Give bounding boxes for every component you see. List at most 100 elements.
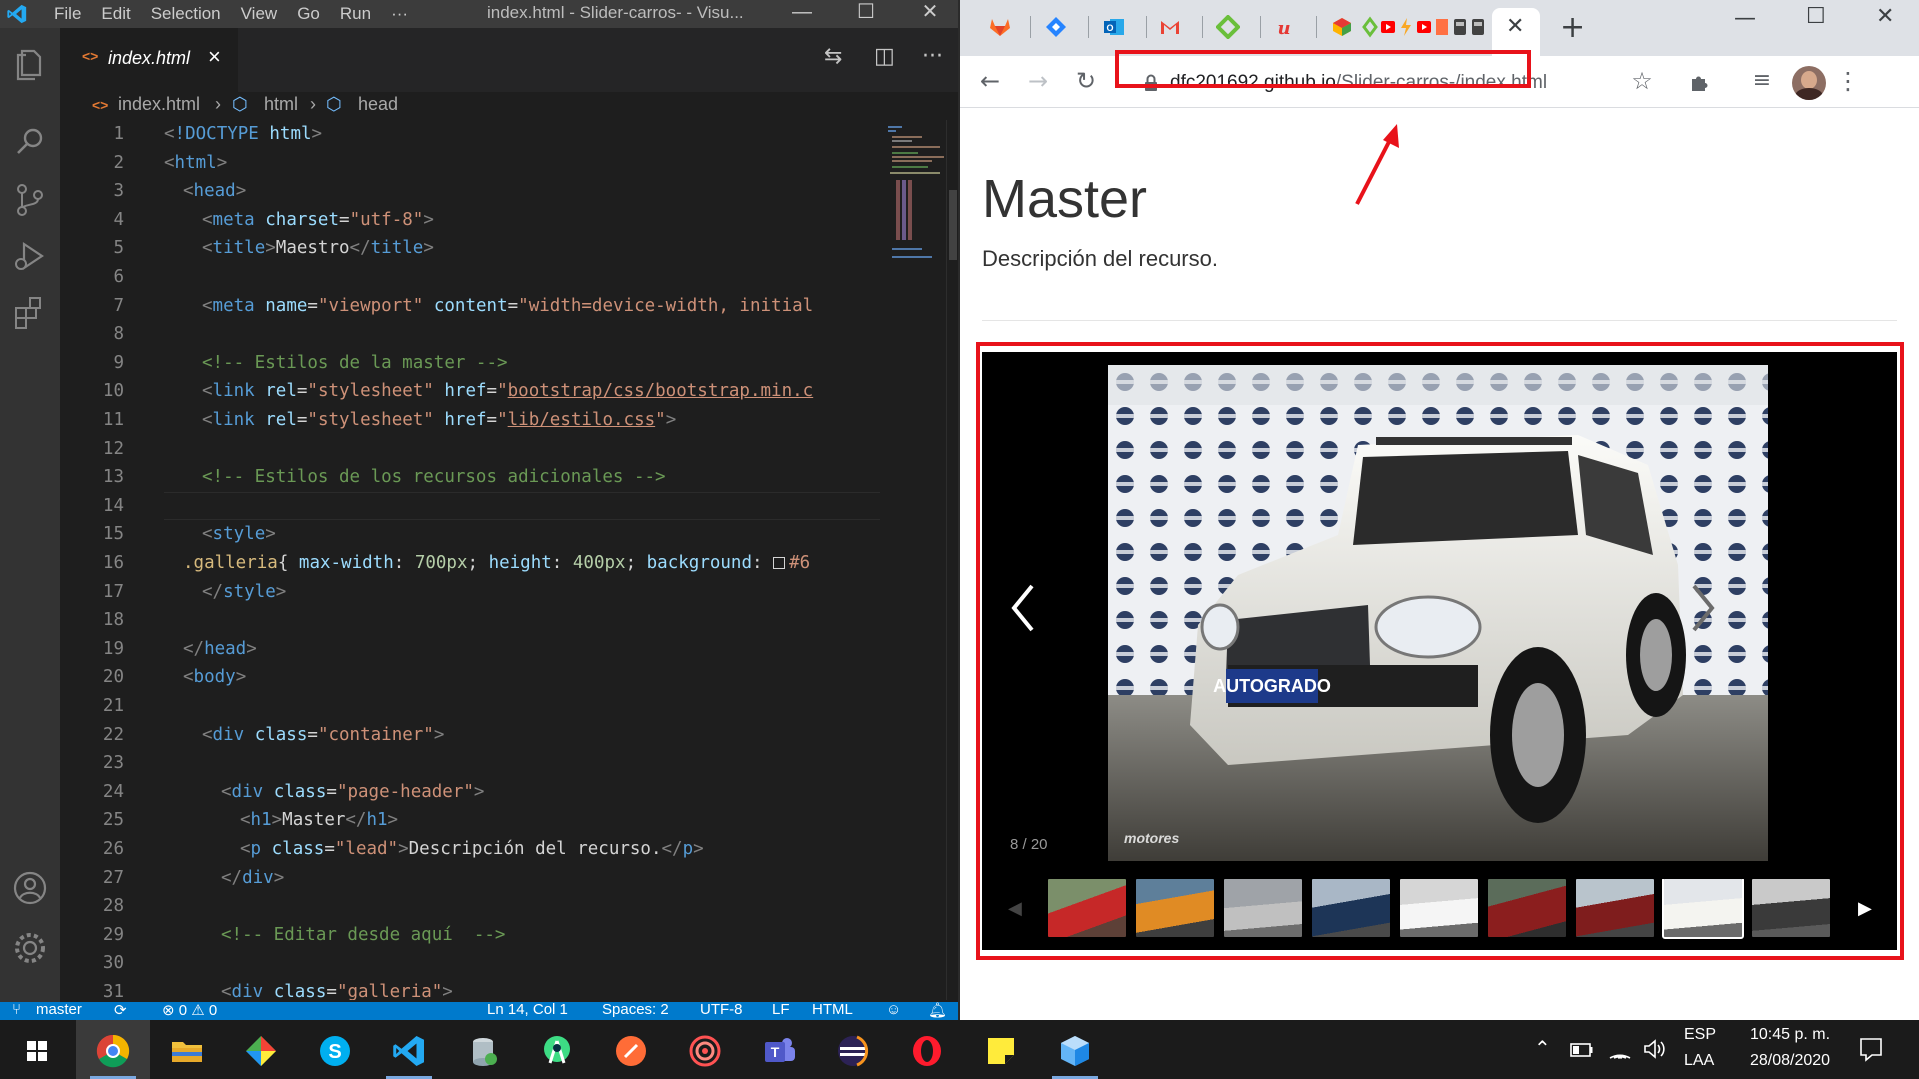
back-arrow-icon[interactable]: ← bbox=[972, 64, 1008, 100]
taskbar-sticky-notes[interactable] bbox=[964, 1020, 1038, 1079]
maximize-button[interactable]: ☐ bbox=[846, 0, 886, 28]
menu-item[interactable]: File bbox=[54, 4, 95, 24]
code-line[interactable]: 7 <meta name="viewport" content="width=de… bbox=[60, 292, 880, 321]
spark-icon[interactable] bbox=[1398, 15, 1414, 39]
code-line[interactable]: 24 <div class="page-header"> bbox=[60, 778, 880, 807]
sync-icon[interactable]: ⟳ bbox=[114, 1002, 127, 1019]
language-mode[interactable]: HTML bbox=[812, 1002, 853, 1018]
code-editor[interactable]: 1 <!DOCTYPE html> 2 <html> 3 <head> 4 <meta cha… bbox=[60, 120, 880, 1000]
wifi-icon[interactable] bbox=[1608, 1038, 1632, 1060]
taskbar-teams[interactable]: T bbox=[742, 1020, 816, 1079]
menu-item[interactable]: ··· bbox=[391, 4, 422, 24]
feedback-icon[interactable]: ☺ bbox=[886, 1002, 901, 1018]
menu-item[interactable]: Selection bbox=[151, 4, 235, 24]
run-debug-icon[interactable] bbox=[8, 234, 52, 278]
dark-tab-icon[interactable] bbox=[1452, 15, 1468, 39]
code-line[interactable]: 14 bbox=[60, 492, 880, 521]
more-actions-icon[interactable]: ··· bbox=[922, 44, 943, 69]
menu-item[interactable]: Edit bbox=[101, 4, 144, 24]
code-line[interactable]: 15 <style> bbox=[60, 520, 880, 549]
code-line[interactable]: 26 <p class="lead">Descripción del recurs… bbox=[60, 835, 880, 864]
new-tab-button[interactable]: + bbox=[1560, 10, 1585, 45]
end-of-line[interactable]: LF bbox=[772, 1002, 790, 1018]
gmail-icon[interactable] bbox=[1158, 15, 1182, 39]
encoding[interactable]: UTF-8 bbox=[700, 1002, 743, 1018]
code-line[interactable]: 13 <!-- Estilos de los recursos adicional… bbox=[60, 463, 880, 492]
jira-icon[interactable] bbox=[1044, 15, 1068, 39]
code-line[interactable]: 28 bbox=[60, 892, 880, 921]
code-line[interactable]: 21 bbox=[60, 692, 880, 721]
menu-item[interactable]: Go bbox=[297, 4, 334, 24]
branch-name[interactable]: master bbox=[36, 1002, 82, 1018]
reload-icon[interactable]: ↻ bbox=[1068, 64, 1104, 100]
color-swatch-icon[interactable] bbox=[773, 557, 786, 569]
taskbar-spiral-app[interactable] bbox=[668, 1020, 742, 1079]
outlook-icon[interactable]: O bbox=[1102, 15, 1126, 39]
code-line[interactable]: 1 <!DOCTYPE html> bbox=[60, 120, 880, 149]
search-icon[interactable] bbox=[8, 120, 52, 164]
compare-changes-icon[interactable]: ⇆ bbox=[824, 44, 842, 69]
bookmark-star-icon[interactable]: ☆ bbox=[1624, 64, 1660, 100]
taskbar-chrome[interactable] bbox=[76, 1020, 150, 1079]
youtube-icon[interactable] bbox=[1380, 15, 1396, 39]
cube-app-icon[interactable] bbox=[1330, 15, 1354, 39]
code-line[interactable]: 23 bbox=[60, 749, 880, 778]
start-button[interactable] bbox=[0, 1020, 74, 1079]
clock-time[interactable]: 10:45 p. m. bbox=[1738, 1026, 1842, 1044]
code-line[interactable]: 3 <head> bbox=[60, 177, 880, 206]
indentation[interactable]: Spaces: 2 bbox=[602, 1002, 669, 1018]
menu-item[interactable]: Run bbox=[340, 4, 385, 24]
code-line[interactable]: 19 </head> bbox=[60, 635, 880, 664]
taskbar-app-colorful[interactable] bbox=[224, 1020, 298, 1079]
source-control-icon[interactable] bbox=[8, 178, 52, 222]
active-tab[interactable]: ✕ bbox=[1492, 8, 1540, 56]
account-icon[interactable] bbox=[8, 866, 52, 910]
taskbar-opera[interactable] bbox=[890, 1020, 964, 1079]
code-line[interactable]: 17 </style> bbox=[60, 578, 880, 607]
extensions-puzzle-icon[interactable] bbox=[1688, 70, 1712, 94]
tab-index-html[interactable]: <> index.html × bbox=[60, 28, 238, 92]
breadcrumb-head[interactable]: head bbox=[358, 94, 398, 115]
settings-gear-icon[interactable] bbox=[8, 926, 52, 970]
chrome-menu-icon[interactable]: ⋮ bbox=[1830, 64, 1866, 100]
taskbar-android-studio[interactable] bbox=[520, 1020, 594, 1079]
code-line[interactable]: 27 </div> bbox=[60, 864, 880, 893]
code-line[interactable]: 11 <link rel="stylesheet" href="lib/estil… bbox=[60, 406, 880, 435]
code-line[interactable]: 6 bbox=[60, 263, 880, 292]
notifications-icon[interactable] bbox=[1858, 1036, 1884, 1062]
code-line[interactable]: 18 bbox=[60, 606, 880, 635]
volume-icon[interactable] bbox=[1642, 1038, 1666, 1060]
keyboard-layout-indicator[interactable]: LAA bbox=[1684, 1052, 1714, 1070]
close-tab-icon[interactable]: ✕ bbox=[1506, 14, 1524, 39]
taskbar-postman[interactable] bbox=[594, 1020, 668, 1079]
extensions-icon[interactable] bbox=[8, 290, 52, 334]
close-window-button[interactable]: ✕ bbox=[910, 0, 950, 28]
youtube-icon[interactable] bbox=[1416, 15, 1432, 39]
orange-doc-icon[interactable] bbox=[1434, 15, 1450, 39]
scrollbar-thumb[interactable] bbox=[949, 190, 957, 260]
small-tab-icon[interactable] bbox=[1362, 15, 1378, 39]
media-controls-icon[interactable]: ≡ bbox=[1744, 64, 1780, 100]
split-editor-icon[interactable]: ◫ bbox=[874, 44, 895, 69]
minimize-button[interactable]: — bbox=[782, 0, 822, 28]
clock-date[interactable]: 28/08/2020 bbox=[1738, 1052, 1842, 1070]
battery-icon[interactable] bbox=[1570, 1042, 1594, 1058]
maximize-button[interactable]: ☐ bbox=[1806, 4, 1826, 29]
taskbar-file-explorer[interactable] bbox=[150, 1020, 224, 1079]
explorer-icon[interactable] bbox=[8, 42, 52, 86]
taskbar-database-app[interactable] bbox=[446, 1020, 520, 1079]
taskbar-skype[interactable]: S bbox=[298, 1020, 372, 1079]
breadcrumb-file[interactable]: index.html bbox=[118, 94, 200, 115]
language-indicator[interactable]: ESP bbox=[1684, 1026, 1716, 1044]
code-line[interactable]: 31 <div class="galleria"> bbox=[60, 978, 880, 1000]
code-line[interactable]: 2 <html> bbox=[60, 149, 880, 178]
gitlab-icon[interactable] bbox=[988, 15, 1012, 39]
code-line[interactable]: 9 <!-- Estilos de la master --> bbox=[60, 349, 880, 378]
code-line[interactable]: 20 <body> bbox=[60, 663, 880, 692]
code-line[interactable]: 16 .galleria{ max-width: 700px; height: 4… bbox=[60, 549, 880, 578]
taskbar-cube-app[interactable] bbox=[1038, 1020, 1112, 1079]
code-line[interactable]: 12 bbox=[60, 435, 880, 464]
code-line[interactable]: 10 <link rel="stylesheet" href="bootstrap… bbox=[60, 377, 880, 406]
breadcrumb-html[interactable]: html bbox=[264, 94, 298, 115]
show-hidden-icons-chevron-icon[interactable]: ⌃ bbox=[1534, 1036, 1551, 1061]
